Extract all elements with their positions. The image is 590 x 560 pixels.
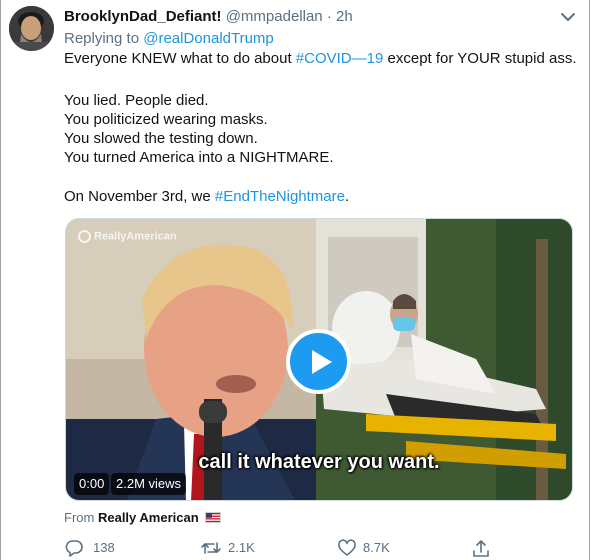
like-button[interactable]: 8.7K <box>337 537 407 559</box>
reply-count: 138 <box>93 540 115 555</box>
hashtag-covid[interactable]: #COVID—19 <box>296 50 384 67</box>
user-handle[interactable]: @mmpadellan <box>226 8 323 25</box>
video-caption: call it whatever you want. <box>198 451 440 473</box>
watermark-text: ReallyAmerican <box>94 230 177 243</box>
tweet-line-5: You turned America into a NIGHTMARE. <box>64 149 334 166</box>
tweet-text-segment: On November 3rd, we <box>64 188 215 205</box>
avatar[interactable] <box>9 6 54 51</box>
reply-button[interactable]: 138 <box>64 537 124 559</box>
play-button[interactable] <box>286 329 351 394</box>
replying-to-link[interactable]: @realDonaldTrump <box>143 30 274 47</box>
retweet-icon <box>201 542 221 554</box>
display-name[interactable]: BrooklynDad_Defiant! <box>64 8 222 25</box>
like-count: 8.7K <box>363 540 390 555</box>
share-icon <box>473 540 489 557</box>
tweet-line-4: You slowed the testing down. <box>64 130 258 147</box>
view-count: 2.2M views <box>111 473 187 495</box>
tweet-line-3: You politicized wearing masks. <box>64 111 268 128</box>
more-caret-icon[interactable] <box>558 9 578 25</box>
separator-dot: · <box>326 8 332 25</box>
replying-prefix: Replying to <box>64 30 140 47</box>
tweet-text-segment: except for YOUR stupid ass. <box>383 50 577 67</box>
tweet-text-segment: . <box>344 188 350 205</box>
timestamp[interactable]: 2h <box>336 8 353 25</box>
source-prefix: From <box>64 510 95 525</box>
tweet-text-segment: Everyone KNEW what to do about <box>64 50 296 67</box>
like-icon <box>338 539 356 556</box>
video-source: From Really American <box>64 509 222 527</box>
retweet-count: 2.1K <box>228 540 255 555</box>
share-button[interactable] <box>471 537 493 559</box>
reply-icon <box>65 540 83 557</box>
channel-watermark: ReallyAmerican <box>78 230 177 243</box>
watermark-logo-icon <box>78 230 91 243</box>
source-link[interactable]: Really American <box>98 510 199 525</box>
retweet-button[interactable]: 2.1K <box>200 537 270 559</box>
tweet-header: BrooklynDad_Defiant! @mmpadellan · 2h <box>64 7 353 27</box>
video-player[interactable]: ReallyAmerican call it whatever you want… <box>65 218 573 501</box>
us-flag-icon <box>205 512 222 523</box>
tweet-line-2: You lied. People died. <box>64 92 209 109</box>
video-time: 0:00 <box>74 473 110 495</box>
tweet-line-1: Everyone KNEW what to do about #COVID—19… <box>64 49 576 69</box>
tweet-line-6: On November 3rd, we #EndTheNightmare. <box>64 187 349 207</box>
replying-to-line: Replying to @realDonaldTrump <box>64 29 274 49</box>
hashtag-endthenightmare[interactable]: #EndTheNightmare <box>215 188 345 205</box>
play-icon <box>312 350 332 374</box>
